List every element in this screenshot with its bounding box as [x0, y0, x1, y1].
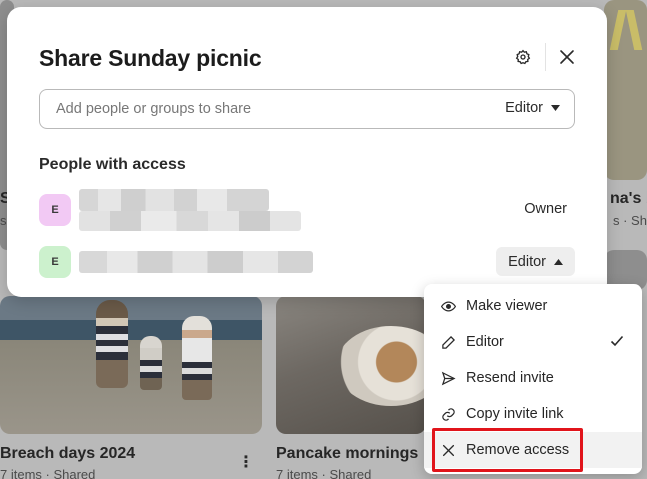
- photo-figure: [182, 316, 212, 400]
- album-thumbnail[interactable]: [604, 0, 647, 180]
- pencil-icon: [440, 334, 456, 350]
- redacted-name: [79, 189, 269, 211]
- album-subtitle: s: [0, 213, 7, 228]
- section-title: People with access: [39, 156, 186, 173]
- album-thumbnail-beach[interactable]: [0, 296, 262, 434]
- more-options-icon[interactable]: ⋮: [238, 452, 254, 472]
- menu-item-label: Remove access: [466, 442, 570, 458]
- album-subtitle: 7 items · Shared: [0, 467, 96, 479]
- close-icon: [440, 442, 456, 458]
- person-row: E Editor: [39, 245, 575, 279]
- menu-item-make-viewer[interactable]: Make viewer: [424, 288, 642, 324]
- role-menu-label: Editor: [508, 253, 546, 270]
- role-menu-button[interactable]: Editor: [496, 247, 575, 276]
- eye-icon: [440, 298, 456, 314]
- role-dropdown-label: Editor: [505, 100, 543, 116]
- person-row: E Owner: [39, 189, 575, 231]
- header-divider: [545, 43, 546, 71]
- share-input[interactable]: Add people or groups to share Editor: [39, 89, 575, 129]
- album-title: Breach days 2024: [0, 445, 136, 462]
- share-dialog: Share Sunday picnic Add people or groups…: [7, 7, 607, 297]
- menu-item-label: Copy invite link: [466, 406, 564, 422]
- album-subtitle: 7 items · Shared: [276, 467, 372, 479]
- menu-item-copy-invite-link[interactable]: Copy invite link: [424, 396, 642, 432]
- role-label: Owner: [524, 201, 567, 217]
- menu-item-remove-access[interactable]: Remove access: [424, 432, 642, 468]
- album-subtitle: s · Shar: [613, 213, 647, 228]
- album-title: na's b: [610, 190, 647, 207]
- dialog-title: Share Sunday picnic: [39, 45, 262, 71]
- caret-up-icon: [554, 258, 563, 265]
- settings-button[interactable]: [508, 42, 538, 72]
- photo-figure: [96, 300, 128, 388]
- checkmark-icon: [610, 334, 624, 352]
- close-icon: [560, 50, 574, 64]
- caret-down-icon: [551, 105, 560, 111]
- send-icon: [440, 370, 456, 386]
- menu-item-editor[interactable]: Editor: [424, 324, 642, 360]
- photo-figure: [140, 336, 162, 390]
- menu-item-resend-invite[interactable]: Resend invite: [424, 360, 642, 396]
- role-dropdown[interactable]: Editor: [505, 100, 560, 116]
- redacted-email: [79, 211, 301, 231]
- share-input-placeholder: Add people or groups to share: [56, 101, 252, 117]
- link-icon: [440, 406, 456, 422]
- album-title: Pancake mornings: [276, 445, 419, 462]
- avatar: E: [39, 194, 71, 226]
- redacted-name: [79, 251, 313, 273]
- role-context-menu: Make viewer Editor Resend invite Copy in…: [424, 284, 642, 474]
- menu-item-label: Editor: [466, 334, 504, 350]
- menu-item-label: Make viewer: [466, 298, 548, 314]
- gear-icon: [515, 49, 531, 65]
- avatar: E: [39, 246, 71, 278]
- album-thumbnail-pancake[interactable]: [276, 296, 426, 434]
- menu-item-label: Resend invite: [466, 370, 554, 386]
- close-dialog-button[interactable]: [552, 42, 582, 72]
